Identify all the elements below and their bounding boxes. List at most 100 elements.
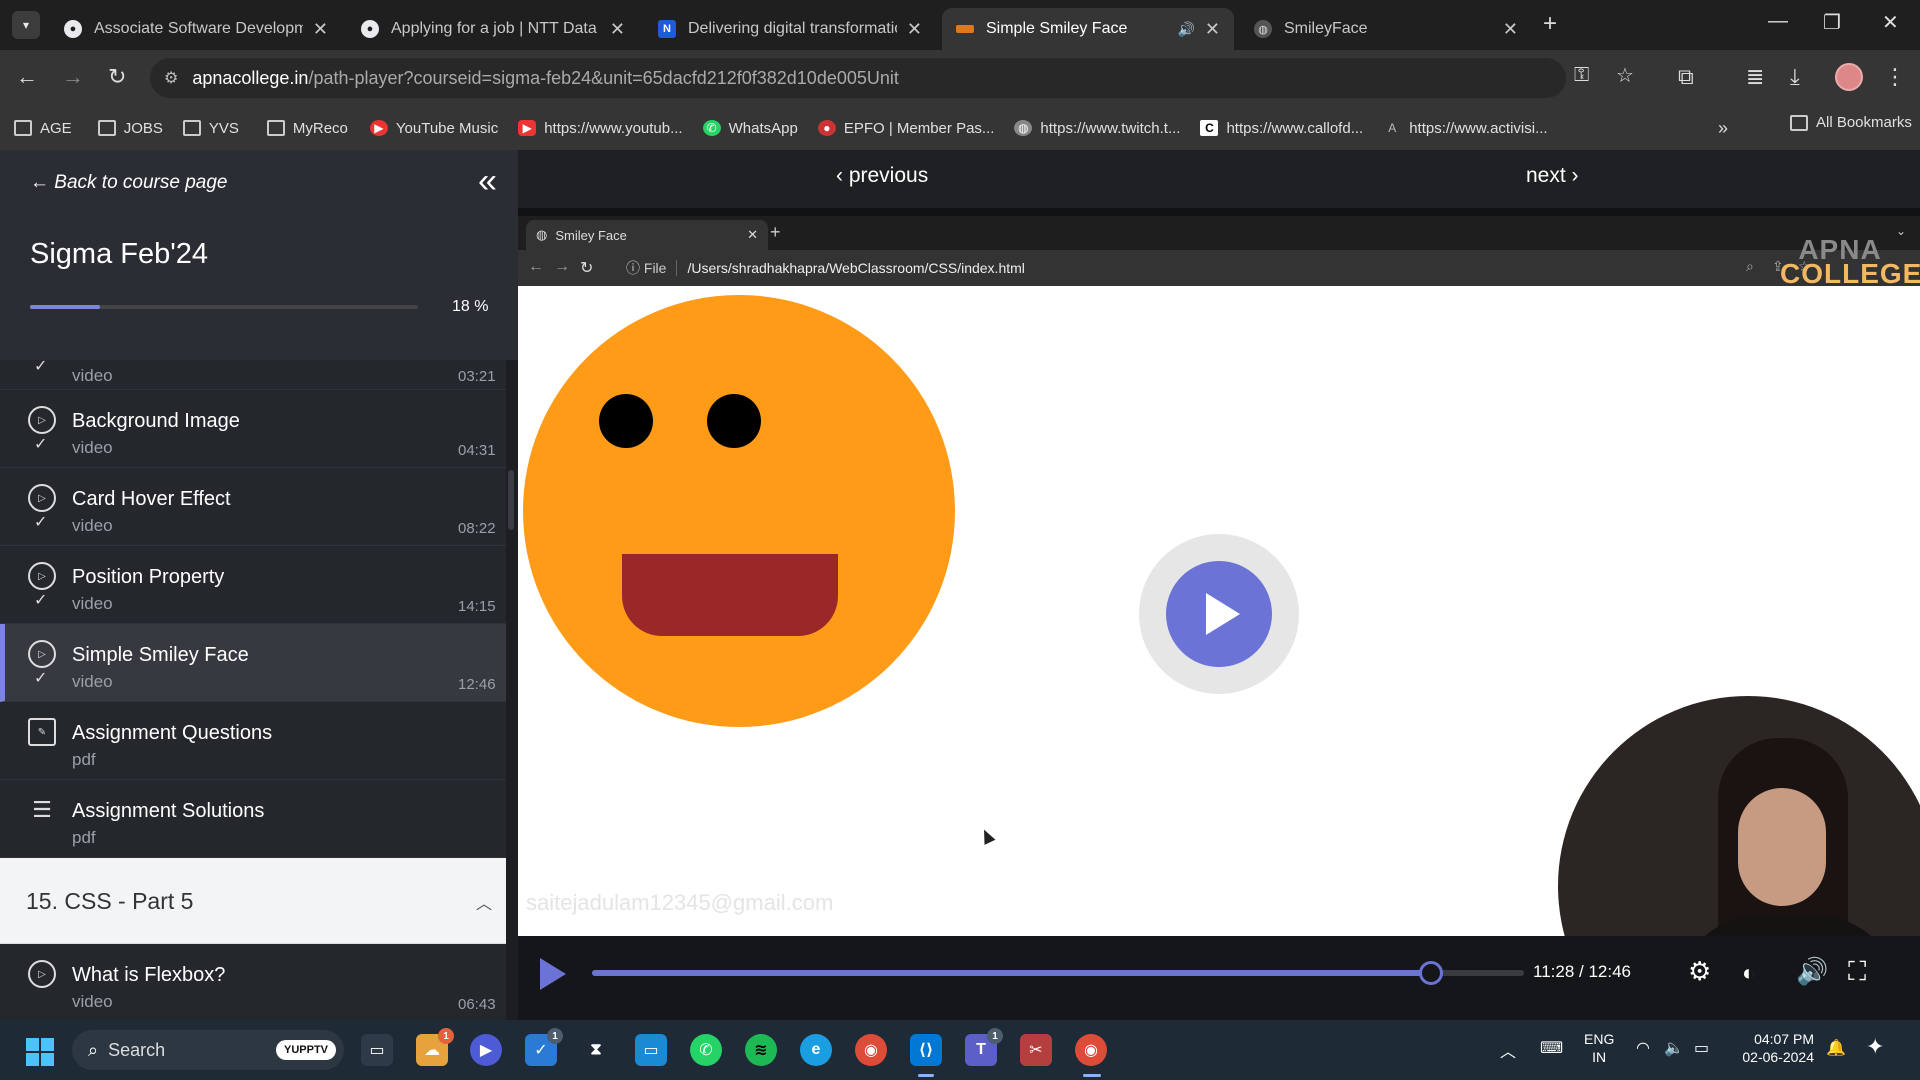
settings-icon[interactable]: ⚙: [1688, 956, 1711, 987]
lesson-item[interactable]: ▷ What is Flexbox? video 06:43: [0, 944, 506, 1020]
snipping-tool-icon[interactable]: ✂: [1020, 1034, 1052, 1066]
bookmark-link[interactable]: Chttps://www.callofd...: [1200, 120, 1363, 137]
video-frame[interactable]: ◍ Smiley Face ✕ + ⌄ ← → ↻ ⓘ File /Users/…: [518, 216, 1920, 936]
todo-icon[interactable]: ✓ 1: [525, 1028, 563, 1066]
bookmark-link[interactable]: ● EPFO | Member Pas...: [817, 120, 994, 137]
back-to-course-link[interactable]: ← Back to course page: [30, 172, 228, 194]
browser-tab[interactable]: N Delivering digital transformation ✕: [644, 8, 936, 50]
bookmark-link[interactable]: ▶ YouTube Music: [369, 120, 498, 137]
spotify-icon[interactable]: ≋: [745, 1034, 777, 1066]
reload-icon[interactable]: ↻: [108, 64, 126, 90]
browser-tab[interactable]: ● Associate Software Developme ✕: [50, 8, 342, 50]
chevron-up-icon[interactable]: ︿: [476, 890, 492, 914]
speaker-icon[interactable]: 🔊: [1177, 21, 1194, 38]
section-header[interactable]: 15. CSS - Part 5 ︿: [0, 858, 506, 944]
tray-overflow-icon[interactable]: ︿: [1500, 1038, 1516, 1062]
sidebar-scrollbar[interactable]: [506, 360, 518, 1020]
battery-icon[interactable]: ▭: [1694, 1038, 1709, 1058]
seek-handle[interactable]: [1418, 961, 1443, 985]
lesson-type: pdf: [72, 750, 96, 769]
lesson-item[interactable]: ▷ ✓ Background Image video 04:31: [0, 390, 506, 468]
wifi-icon[interactable]: ◠: [1636, 1038, 1650, 1058]
taskbar-search[interactable]: ⌕ Search YUPPTV: [72, 1030, 344, 1070]
browser-tab[interactable]: ● Applying for a job | NTT Data C ✕: [347, 8, 639, 50]
close-window-icon[interactable]: ✕: [1882, 10, 1899, 35]
keyboard-icon[interactable]: ⌨: [1540, 1038, 1563, 1058]
seek-fill: [592, 970, 1431, 976]
collapse-sidebar-icon[interactable]: «: [478, 162, 497, 201]
chrome-profile-icon[interactable]: ◉: [1075, 1034, 1107, 1066]
lesson-item[interactable]: ✎ Assignment Questions pdf: [0, 702, 506, 780]
bookmark-link[interactable]: Ahttps://www.activisi...: [1383, 120, 1547, 137]
site-info-icon[interactable]: ⚙: [164, 68, 178, 88]
lesson-item[interactable]: ▷ ✓ Card Hover Effect video 08:22: [0, 468, 506, 546]
tab-search-button[interactable]: ▾: [12, 11, 40, 39]
profile-avatar[interactable]: [1835, 63, 1863, 91]
teams-icon[interactable]: T1: [965, 1028, 1003, 1066]
weather-icon[interactable]: ☁ 1: [416, 1028, 454, 1066]
theater-mode-icon[interactable]: ◐: [1742, 960, 1755, 986]
lesson-duration: 03:21: [458, 368, 496, 385]
password-key-icon[interactable]: ⚿: [1574, 64, 1589, 87]
address-bar[interactable]: ⚙ apnacollege.in/path-player?courseid=si…: [150, 58, 1566, 98]
close-tab-icon[interactable]: ✕: [1503, 19, 1518, 40]
back-icon[interactable]: ←: [16, 64, 38, 90]
bookmark-folder[interactable]: AGE: [14, 120, 72, 137]
close-tab-icon[interactable]: ✕: [1205, 19, 1220, 40]
close-tab-icon[interactable]: ✕: [313, 19, 328, 40]
bookmark-link[interactable]: ▶ https://www.youtub...: [518, 120, 683, 137]
big-play-button[interactable]: [1166, 561, 1272, 667]
menu-kebab-icon[interactable]: ⋮: [1884, 64, 1906, 90]
close-tab-icon[interactable]: ✕: [610, 19, 625, 40]
lesson-item[interactable]: ✓ video 03:21: [0, 360, 506, 390]
all-bookmarks-button[interactable]: All Bookmarks: [1790, 114, 1912, 131]
vscode-icon[interactable]: ⟨⟩: [910, 1034, 942, 1066]
more-bookmarks-icon[interactable]: »: [1718, 118, 1728, 139]
lesson-type: pdf: [72, 828, 96, 847]
player-controls: 11:28 / 12:46 ⚙ ◐ 🔊 ⛶: [518, 936, 1920, 1020]
browser-tab-active[interactable]: Simple Smiley Face 🔊 ✕: [942, 8, 1234, 50]
play-button[interactable]: [540, 958, 566, 990]
previous-button[interactable]: ‹ previous: [836, 164, 928, 188]
media-control-icon[interactable]: ≣: [1746, 64, 1764, 90]
system-clock[interactable]: 04:07 PM 02-06-2024: [1736, 1030, 1814, 1066]
bookmark-star-icon[interactable]: ☆: [1616, 63, 1634, 88]
browser-toolbar: ← → ↻ ⚙ apnacollege.in/path-player?cours…: [0, 50, 1920, 106]
seek-bar[interactable]: [592, 970, 1524, 976]
remote-desktop-icon[interactable]: ▭: [635, 1034, 667, 1066]
volume-icon[interactable]: 🔊: [1796, 956, 1828, 987]
download-icon[interactable]: ⤓: [1790, 64, 1800, 90]
bookmark-folder[interactable]: JOBS: [97, 120, 163, 137]
check-icon: ✓: [34, 592, 48, 609]
speaker-icon[interactable]: 🔈: [1664, 1038, 1684, 1058]
close-tab-icon[interactable]: ✕: [907, 19, 922, 40]
video-address-bar: ⓘ File /Users/shradhakhapra/WebClassroom…: [626, 260, 1025, 276]
lesson-item-active[interactable]: ▷ ✓ Simple Smiley Face video 12:46: [0, 624, 506, 702]
whatsapp-icon[interactable]: ✆: [690, 1034, 722, 1066]
hourglass-icon[interactable]: ⧗: [580, 1034, 612, 1066]
bookmark-folder[interactable]: MyReco: [266, 120, 348, 137]
copilot-icon[interactable]: ✦: [1866, 1034, 1884, 1060]
next-button[interactable]: next ›: [1526, 164, 1579, 188]
edge-icon[interactable]: e: [800, 1034, 832, 1066]
bookmarks-bar: AGE JOBS YVS MyReco ▶ YouTube Music ▶ http…: [0, 106, 1920, 150]
zoom-icon[interactable]: ▶: [470, 1034, 502, 1066]
sidebar-scroll-thumb[interactable]: [508, 470, 514, 530]
extensions-icon[interactable]: ⧉: [1678, 64, 1694, 90]
fullscreen-icon[interactable]: ⛶: [1848, 956, 1866, 988]
new-tab-button[interactable]: +: [1543, 10, 1557, 38]
forward-icon[interactable]: →: [62, 64, 84, 90]
browser-tab[interactable]: ◍ SmileyFace ✕: [1240, 8, 1532, 50]
bookmark-folder[interactable]: YVS: [182, 120, 239, 137]
notification-bell-icon[interactable]: 🔔: [1826, 1038, 1846, 1058]
windows-start-icon[interactable]: [26, 1038, 54, 1066]
lesson-item[interactable]: ☰ Assignment Solutions pdf: [0, 780, 506, 858]
bookmark-link[interactable]: ✆ WhatsApp: [702, 120, 798, 137]
bookmark-link[interactable]: ◍ https://www.twitch.t...: [1014, 120, 1180, 137]
chrome-icon[interactable]: ◉: [855, 1034, 887, 1066]
file-explorer-icon[interactable]: ▭: [361, 1034, 393, 1066]
minimize-icon[interactable]: —: [1768, 10, 1788, 33]
restore-icon[interactable]: ❐: [1823, 10, 1841, 35]
lesson-item[interactable]: ▷ ✓ Position Property video 14:15: [0, 546, 506, 624]
language-indicator[interactable]: ENG IN: [1584, 1030, 1614, 1066]
